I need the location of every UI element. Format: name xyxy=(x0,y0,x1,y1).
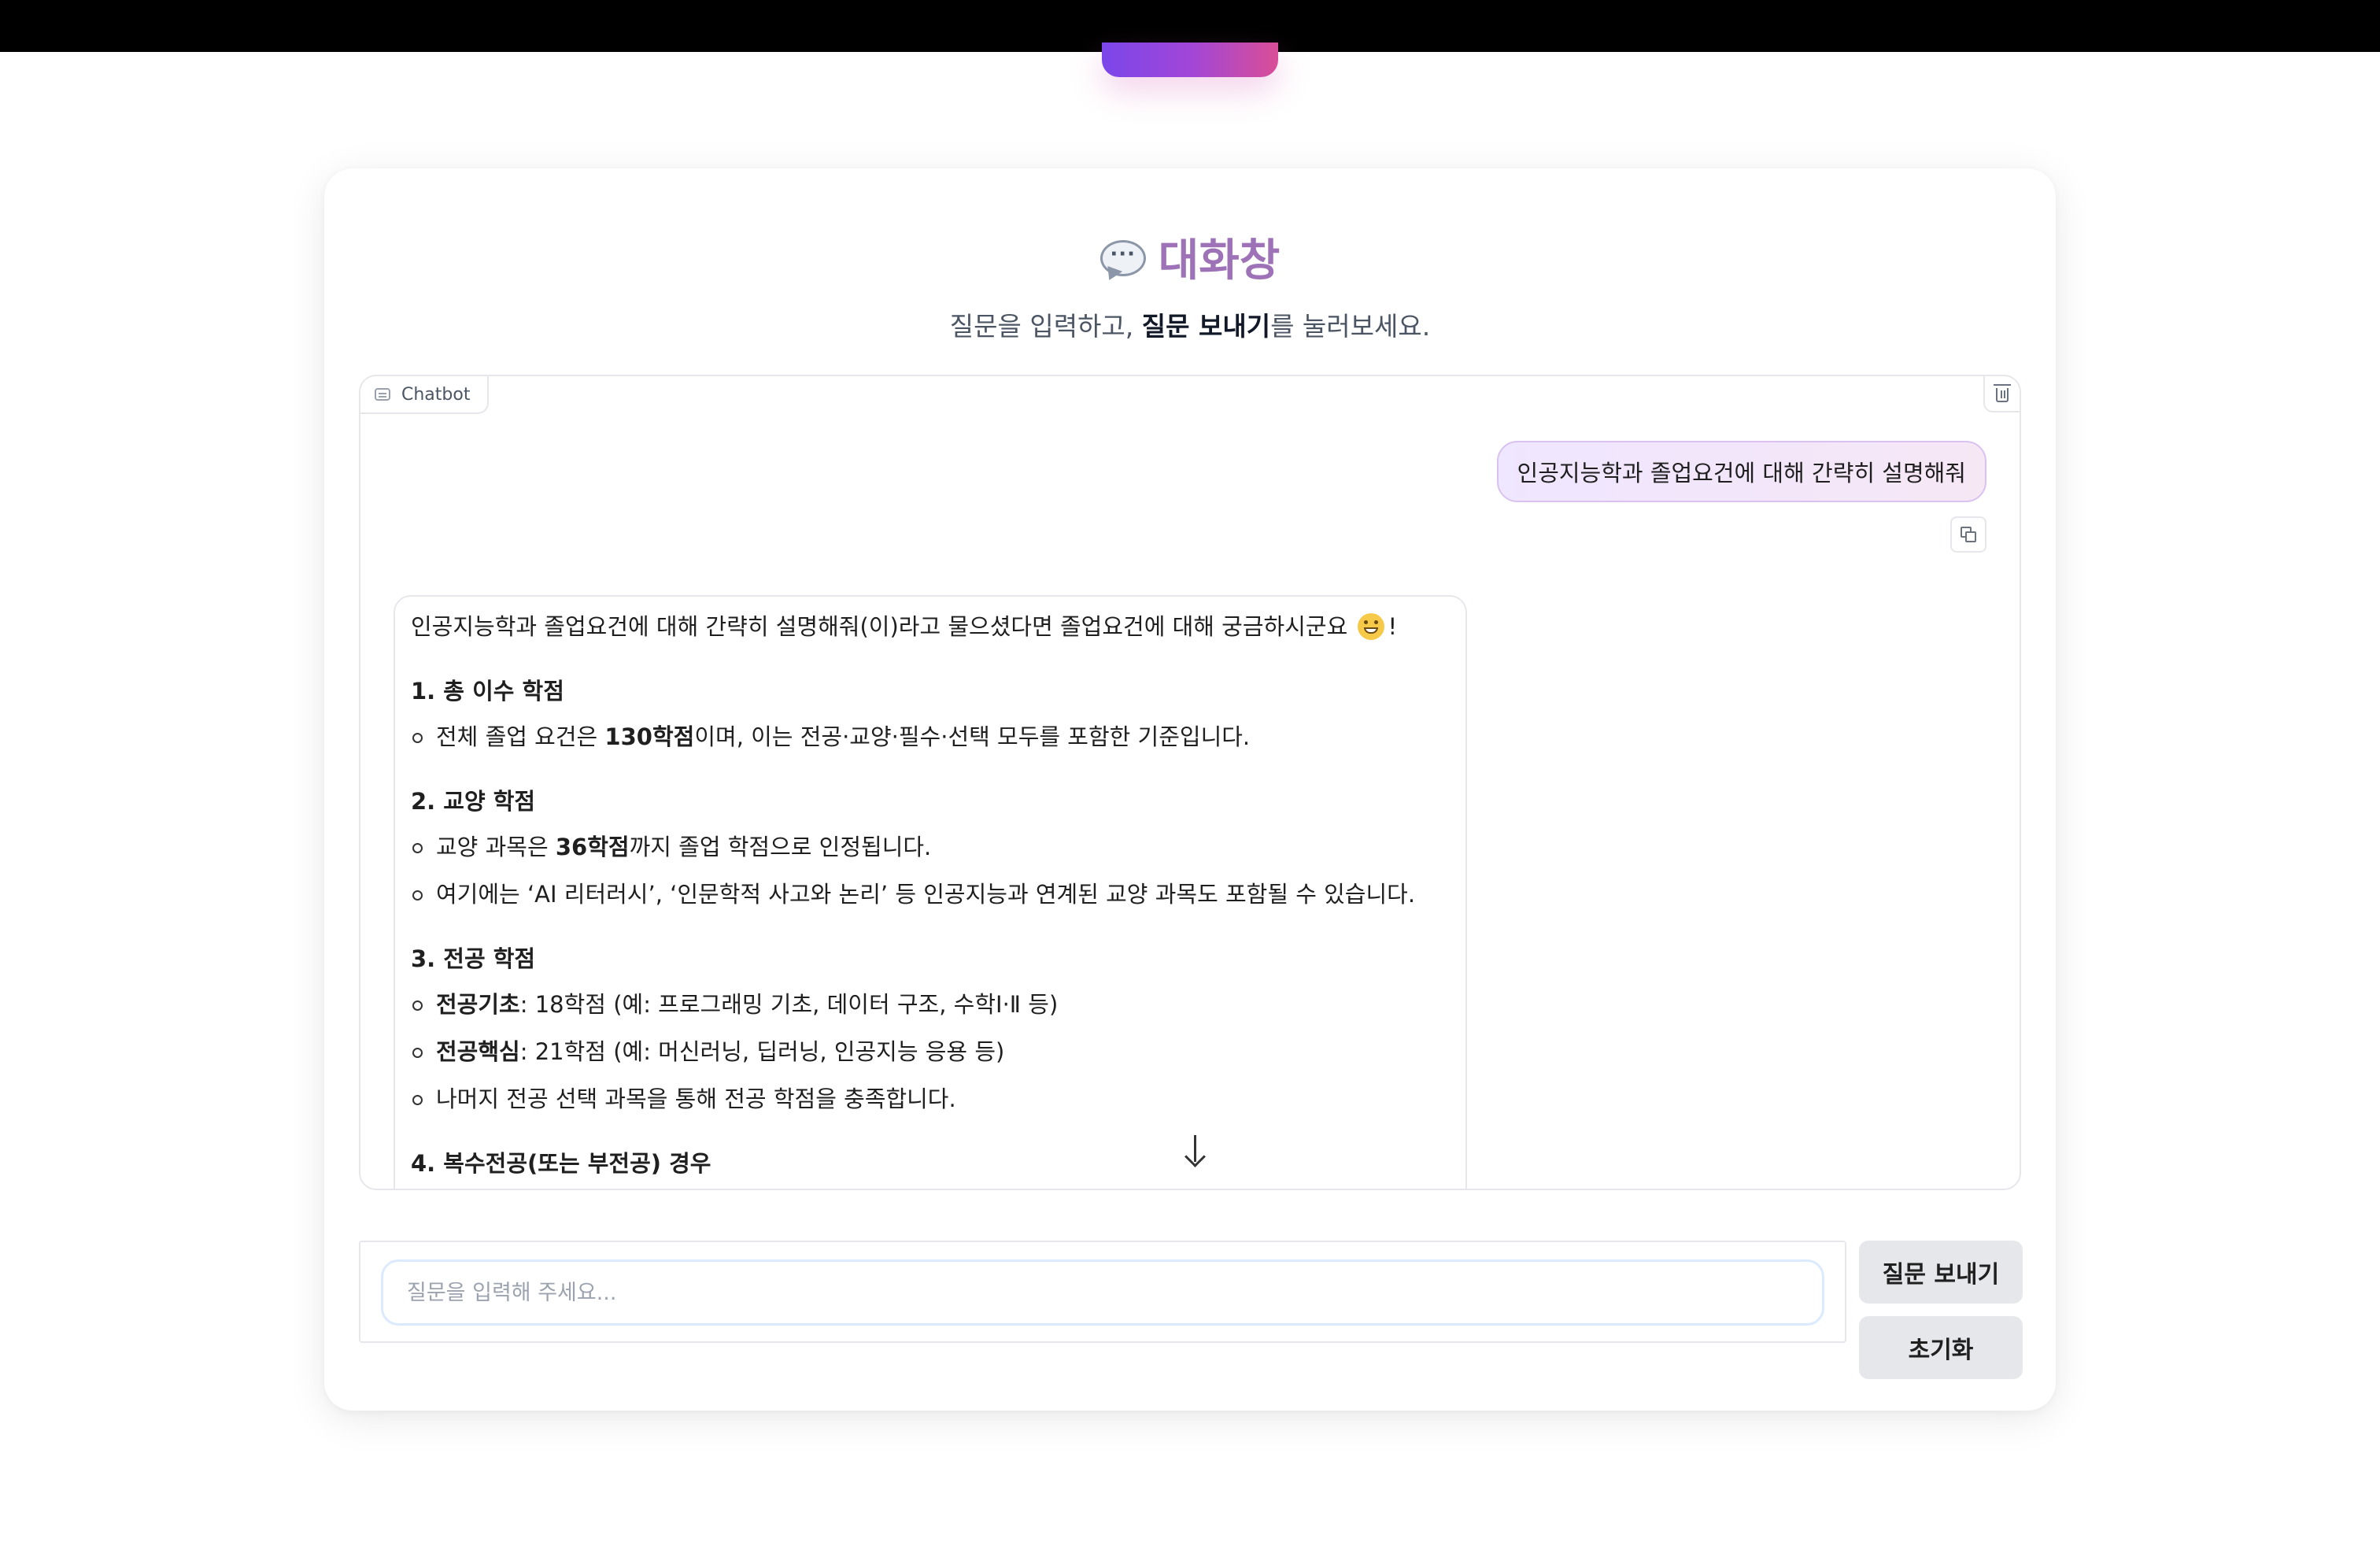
bot-message: 인공지능학과 졸업요건에 대해 간략히 설명해줘(이)라고 물으셨다면 졸업요건… xyxy=(394,595,1467,1189)
bot-section-list: 교양 과목은 36학점까지 졸업 학점으로 인정됩니다. 여기에는 ‘AI 리터러… xyxy=(411,831,1450,910)
bot-section-list: 전공기초: 18학점 (예: 프로그래밍 기초, 데이터 구조, 수학Ⅰ·Ⅱ 등… xyxy=(411,989,1450,1115)
scroll-down-button[interactable] xyxy=(1179,1132,1210,1167)
bot-section-heading: 2. 교양 학점 xyxy=(411,788,536,815)
question-input-wrapper xyxy=(359,1241,1846,1343)
page-subtitle: 질문을 입력하고, 질문 보내기를 눌러보세요. xyxy=(949,311,1431,342)
bot-list-item: 전공기초: 18학점 (예: 프로그래밍 기초, 데이터 구조, 수학Ⅰ·Ⅱ 등… xyxy=(411,989,1450,1020)
main-card: ··· 대화창 질문을 입력하고, 질문 보내기를 눌러보세요. Chatbot… xyxy=(324,168,2056,1411)
trash-icon xyxy=(1994,384,2011,402)
clear-chat-button[interactable] xyxy=(1983,376,2020,412)
page-title-text: 대화창 xyxy=(1158,235,1281,287)
page-title: ··· 대화창 xyxy=(324,225,2056,288)
speech-bubble-icon: ··· xyxy=(1099,240,1148,283)
bot-list-item: 교양 과목은 36학점까지 졸업 학점으로 인정됩니다. xyxy=(411,831,1450,863)
user-message: 인공지능학과 졸업요건에 대해 간략히 설명해줘 xyxy=(1496,441,1986,502)
copy-message-button[interactable] xyxy=(1950,516,1986,553)
reset-button[interactable]: 초기화 xyxy=(1859,1316,2023,1379)
bot-section-heading: 4. 복수전공(또는 부전공) 경우 xyxy=(411,1150,711,1177)
bot-section-list: 전체 졸업 요건은 130학점이며, 이는 전공·교양·필수·선택 모두를 포함… xyxy=(411,721,1450,753)
grinning-face-icon xyxy=(1358,613,1385,640)
bot-sections: 1. 총 이수 학점전체 졸업 요건은 130학점이며, 이는 전공·교양·필수… xyxy=(411,675,1450,1179)
chat-icon xyxy=(375,388,390,401)
bot-list-item: 나머지 전공 선택 과목을 통해 전공 학점을 충족합니다. xyxy=(411,1083,1450,1115)
bot-list-item: 전공핵심: 21학점 (예: 머신러닝, 딥러닝, 인공지능 응용 등) xyxy=(411,1036,1450,1067)
question-input[interactable] xyxy=(381,1259,1824,1326)
bot-list-item: 전체 졸업 요건은 130학점이며, 이는 전공·교양·필수·선택 모두를 포함… xyxy=(411,721,1450,753)
bot-section-heading: 1. 총 이수 학점 xyxy=(411,678,564,705)
bot-intro: 인공지능학과 졸업요건에 대해 간략히 설명해줘(이)라고 물으셨다면 졸업요건… xyxy=(411,613,1398,640)
chatbot-label: Chatbot xyxy=(360,376,490,414)
bot-list-item: 여기에는 ‘AI 리터러시’, ‘인문학적 사고와 논리’ 등 인공지능과 연계… xyxy=(411,878,1450,910)
send-question-button[interactable]: 질문 보내기 xyxy=(1859,1241,2023,1304)
bot-section-heading: 3. 전공 학점 xyxy=(411,945,536,972)
gradient-header-tab xyxy=(1102,43,1278,77)
chatbot-panel[interactable]: Chatbot 인공지능학과 졸업요건에 대해 간략히 설명해줘 인공지능학과 … xyxy=(359,375,2021,1190)
